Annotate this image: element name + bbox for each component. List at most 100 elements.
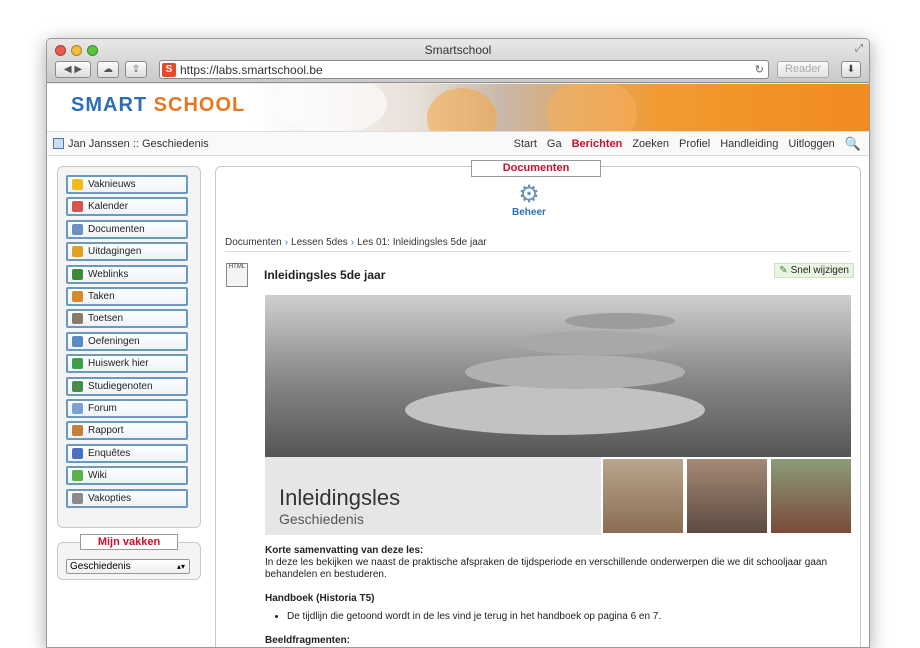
fullscreen-icon[interactable]: ⤢ — [855, 43, 863, 54]
document-title: Inleidingsles 5de jaar — [264, 268, 386, 282]
sidebar-item-uitdagingen[interactable]: Uitdagingen — [66, 242, 188, 262]
sidebar-item-label: Taken — [88, 291, 115, 302]
mijn-vakken-title: Mijn vakken — [80, 534, 178, 550]
sidebar-item-weblinks[interactable]: Weblinks — [66, 264, 188, 284]
html-document-icon: HTML — [226, 263, 248, 287]
beheer-button[interactable]: ⚙ Beheer — [512, 181, 546, 219]
vakopties-icon — [72, 492, 83, 504]
sidebar-item-toetsen[interactable]: Toetsen — [66, 309, 188, 329]
banner-decoration — [427, 88, 497, 131]
panel-title: Documenten — [471, 160, 601, 177]
sidebar-item-label: Documenten — [88, 223, 145, 235]
oefeningen-icon — [72, 335, 83, 347]
menu-start[interactable]: Start — [514, 138, 537, 150]
smartschool-logo[interactable]: SMART SCHOOL — [71, 94, 245, 117]
menu-ga[interactable]: Ga — [547, 138, 562, 150]
thumbnail-photo — [603, 459, 683, 533]
download-icon[interactable]: ⬇ — [841, 61, 861, 78]
sidebar-item-vakopties[interactable]: Vakopties — [66, 488, 188, 508]
vakken-selected: Geschiedenis — [70, 561, 131, 572]
search-icon[interactable]: 🔍 — [845, 136, 861, 152]
user-bar: Jan Janssen :: Geschiedenis Start Ga Ber… — [47, 132, 869, 156]
window-title: Smartschool — [424, 43, 492, 57]
sidebar-item-label: Vakopties — [88, 492, 132, 504]
sidebar-item-oefeningen[interactable]: Oefeningen — [66, 331, 188, 351]
breadcrumb: Documenten › Lessen 5des › Les 01: Inleiding… — [225, 237, 487, 248]
sidebar-item-label: Weblinks — [88, 268, 129, 280]
web-page: SMART SCHOOL Jan Janssen :: Geschiedenis… — [47, 84, 869, 647]
documents-panel: Documenten ⚙ Beheer Documenten › Lessen 5d… — [215, 160, 861, 647]
sidebar-item-label: Enquêtes — [88, 447, 131, 459]
menu-profiel[interactable]: Profiel — [679, 138, 710, 150]
reader-button[interactable]: Reader — [777, 61, 829, 78]
crumb-documenten[interactable]: Documenten — [225, 237, 282, 248]
gear-icon: ⚙ — [518, 181, 540, 208]
titlebar: Smartschool ⤢ ◀ ▶ ☁ ⇪ S https://labs.sma… — [47, 39, 869, 83]
menu-berichten[interactable]: Berichten — [572, 138, 623, 150]
sidebar-item-label: Huiswerk hier — [88, 358, 149, 370]
banner-decoration — [277, 84, 387, 131]
chevron-right-icon: › — [350, 237, 355, 248]
address-bar[interactable]: S https://labs.smartschool.be ↻ — [159, 60, 769, 79]
wiki-icon — [72, 470, 83, 482]
crumb-lessen[interactable]: Lessen 5des — [291, 237, 348, 248]
menu-zoeken[interactable]: Zoeken — [632, 138, 669, 150]
rapport-icon — [72, 425, 83, 437]
vakken-select[interactable]: Geschiedenis ▴▾ — [66, 559, 190, 574]
sidebar-item-label: Oefeningen — [88, 335, 140, 347]
studiegenoten-icon — [72, 380, 83, 392]
documenten-icon — [72, 223, 83, 235]
sidebar-item-rapport[interactable]: Rapport — [66, 421, 188, 441]
hero-label: Inleidingsles Geschiedenis — [265, 457, 601, 535]
huiswerk-hier-icon — [72, 358, 83, 370]
sidebar-item-wiki[interactable]: Wiki — [66, 466, 188, 486]
sidebar-item-studiegenoten[interactable]: Studiegenoten — [66, 376, 188, 396]
handboek-heading: Handboek (Historia T5) — [265, 593, 375, 604]
hero-subtitle: Geschiedenis — [279, 511, 364, 527]
url-text: https://labs.smartschool.be — [180, 62, 323, 77]
sidebar-item-kalender[interactable]: Kalender — [66, 197, 188, 217]
sidebar-item-label: Uitdagingen — [88, 246, 142, 258]
icloud-icon[interactable]: ☁ — [97, 61, 119, 78]
lesson-hero-image: Inleidingsles Geschiedenis — [265, 295, 851, 535]
menu-uitloggen[interactable]: Uitloggen — [788, 138, 834, 150]
back-forward-button[interactable]: ◀ ▶ — [55, 61, 91, 78]
sidebar: Vaknieuws Kalender Documenten Uitdagingen We… — [57, 166, 201, 528]
sidebar-item-label: Kalender — [88, 201, 129, 213]
handboek-item: De tijdlijn die getoond wordt in de les … — [287, 611, 851, 623]
share-icon[interactable]: ⇪ — [125, 61, 147, 78]
sidebar-item-vaknieuws[interactable]: Vaknieuws — [66, 175, 188, 194]
sidebar-item-documenten[interactable]: Documenten — [66, 219, 188, 239]
site-banner: SMART SCHOOL — [47, 84, 869, 132]
sidebar-item-label: Rapport — [88, 425, 124, 437]
snel-wijzigen-button[interactable]: ✎ Snel wijzigen — [774, 263, 854, 278]
sidebar-item-huiswerk-hier[interactable]: Huiswerk hier — [66, 354, 188, 374]
lesson-body: Korte samenvatting van deze les: In deze… — [265, 545, 851, 647]
menu-handleiding[interactable]: Handleiding — [720, 138, 778, 150]
sidebar-item-taken[interactable]: Taken — [66, 287, 188, 306]
weblinks-icon — [72, 268, 83, 280]
divider — [225, 251, 851, 252]
beheer-label: Beheer — [512, 207, 546, 218]
summary-heading: Korte samenvatting van deze les: — [265, 545, 424, 556]
sidebar-item-label: Vaknieuws — [88, 179, 136, 190]
sidebar-item-label: Wiki — [88, 470, 107, 482]
snel-label: Snel wijzigen — [790, 265, 849, 276]
user-label: Jan Janssen :: Geschiedenis — [68, 137, 209, 150]
calendar-icon — [53, 138, 64, 149]
forum-icon — [72, 403, 83, 414]
taken-icon — [72, 291, 83, 302]
mijn-vakken-box: Mijn vakken Geschiedenis ▴▾ — [57, 534, 201, 580]
reload-icon[interactable]: ↻ — [755, 63, 764, 76]
top-menu: Start Ga Berichten Zoeken Profiel Handle… — [514, 132, 861, 156]
browser-window: Smartschool ⤢ ◀ ▶ ☁ ⇪ S https://labs.sma… — [46, 38, 870, 648]
hero-title: Inleidingsles — [279, 485, 401, 510]
chevron-right-icon: › — [284, 237, 289, 248]
sidebar-item-enqu-tes[interactable]: Enquêtes — [66, 443, 188, 463]
sidebar-item-label: Studiegenoten — [88, 380, 153, 392]
toetsen-icon — [72, 313, 83, 325]
hero-thumbnails — [601, 457, 851, 535]
crumb-les[interactable]: Les 01: Inleidingsles 5de jaar — [357, 237, 487, 248]
thumbnail-photo — [687, 459, 767, 533]
sidebar-item-forum[interactable]: Forum — [66, 399, 188, 418]
